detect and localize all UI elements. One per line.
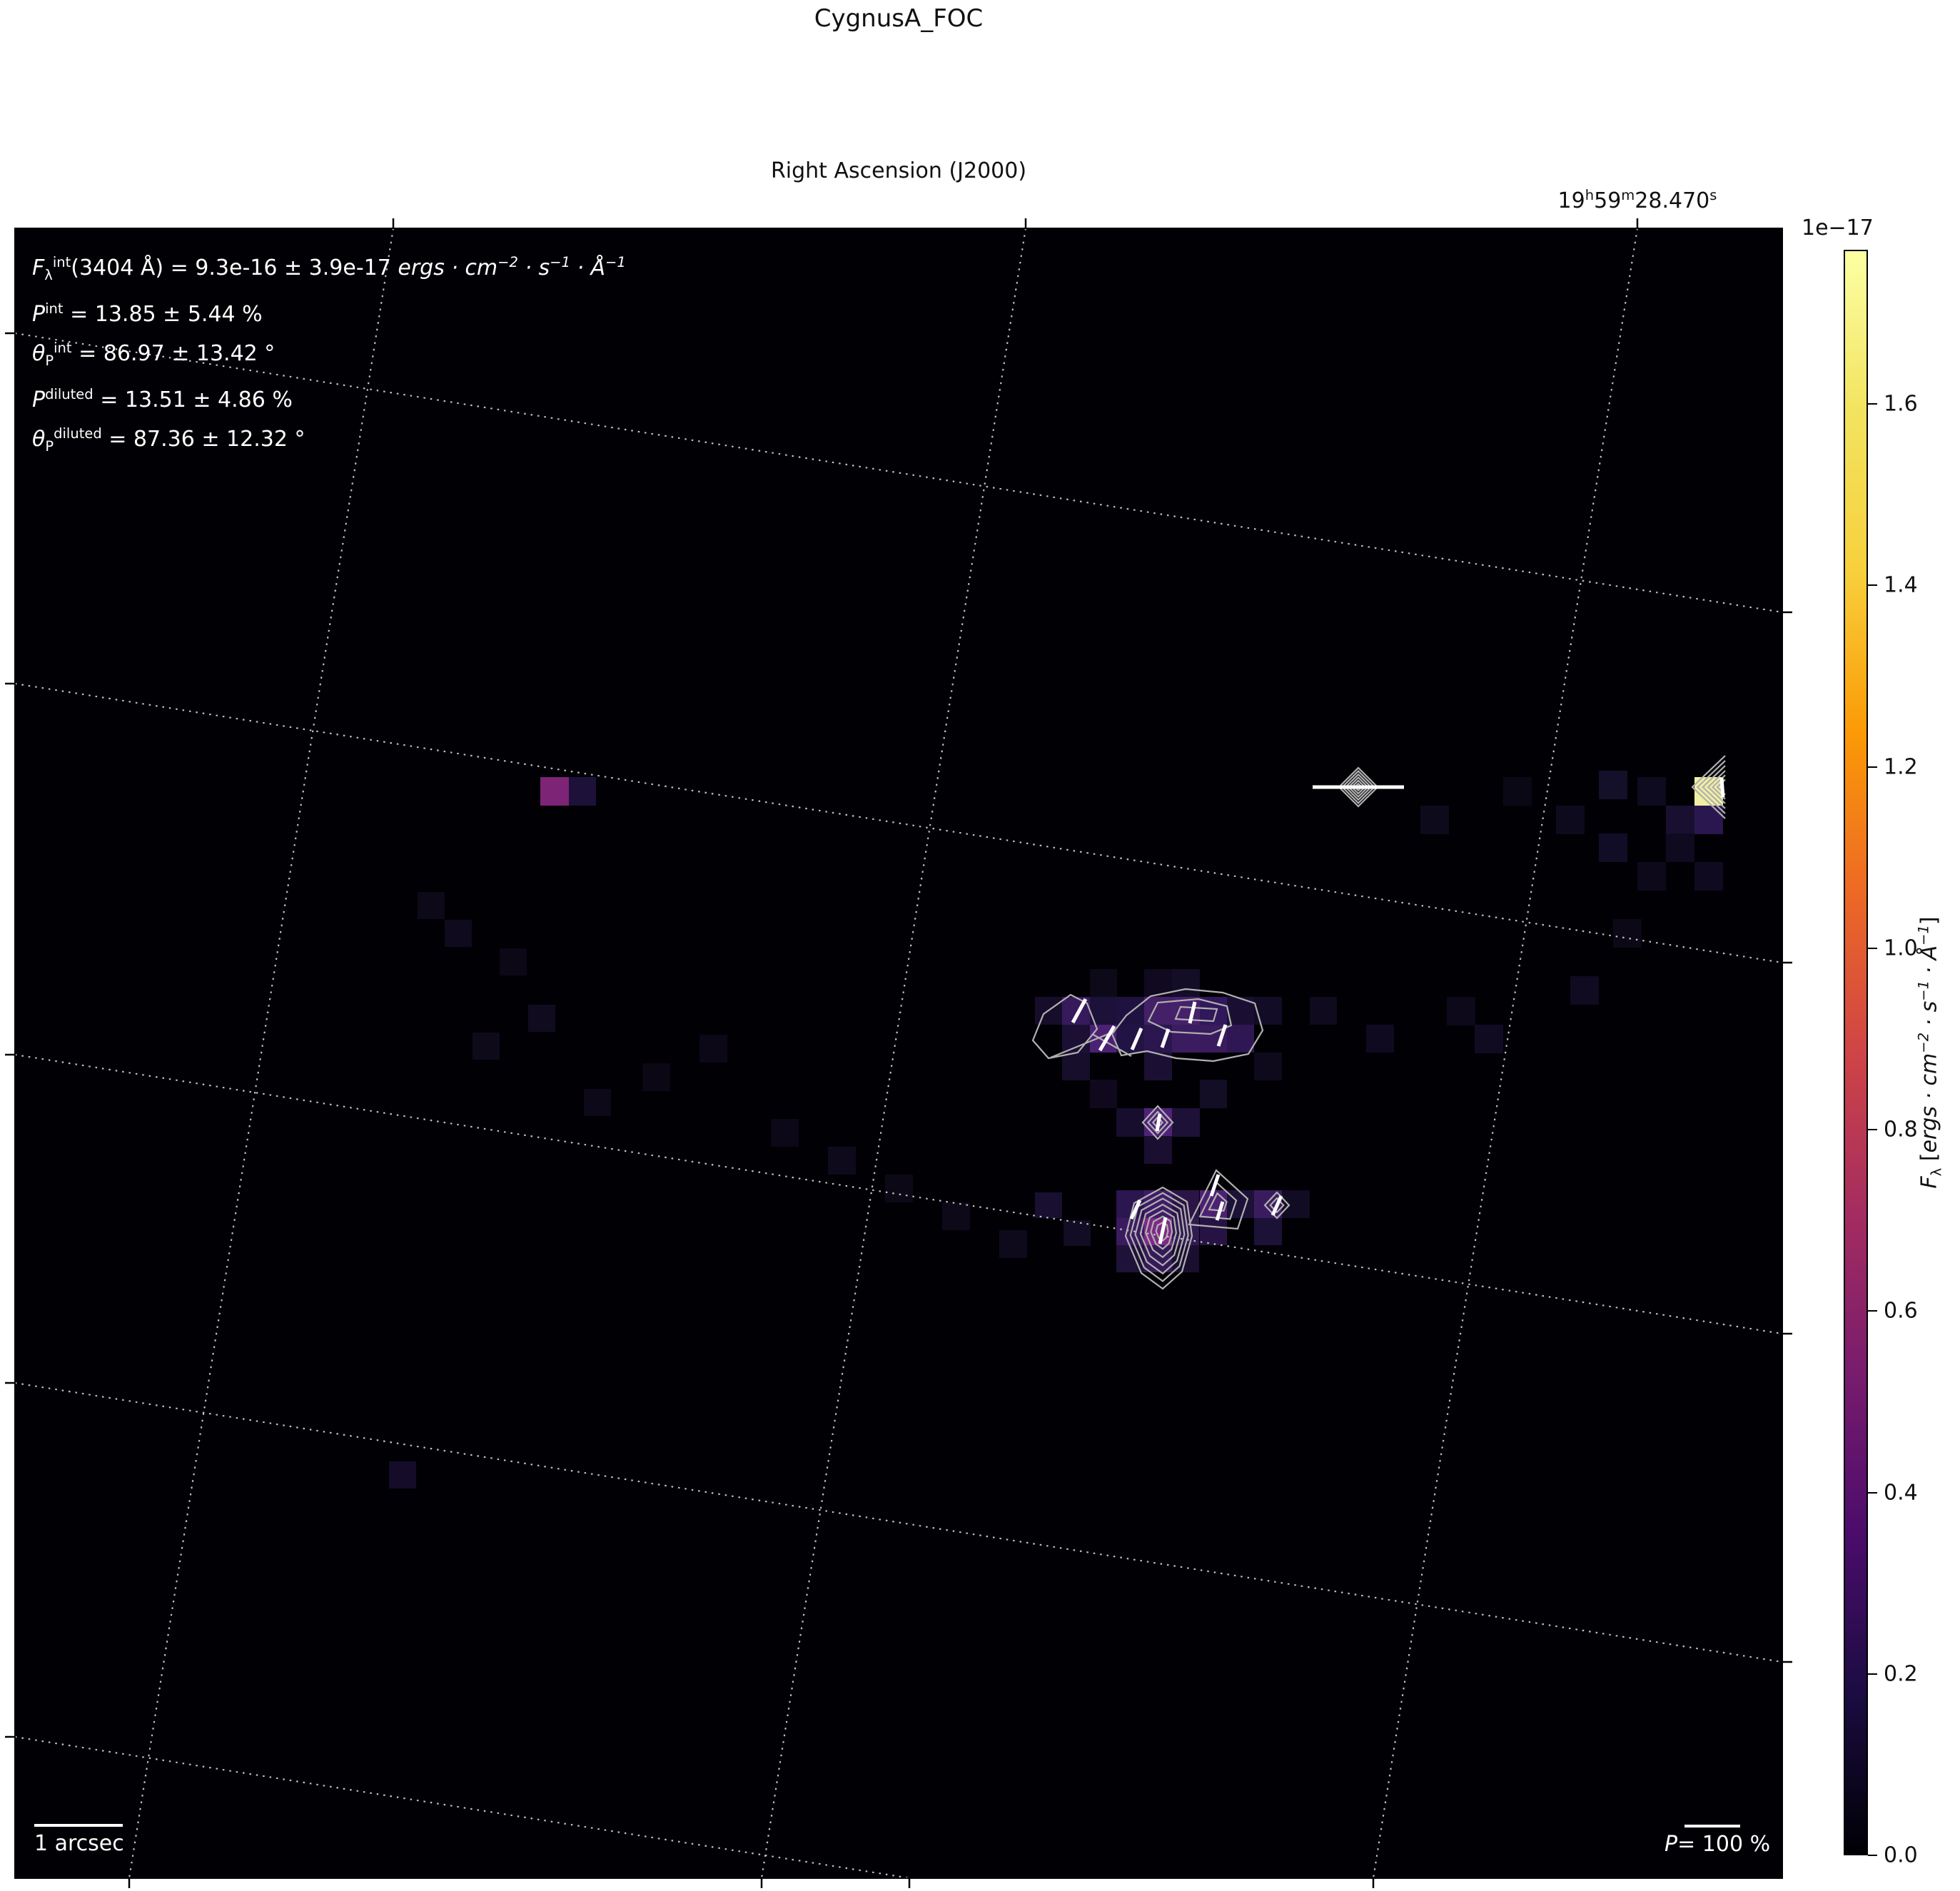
annotation-p-int: Pint = 13.85 ± 5.44 % [32, 300, 263, 327]
heatmap-pixel [1116, 997, 1144, 1025]
heatmap-pixel [1200, 1218, 1227, 1245]
heatmap-pixel [569, 777, 596, 806]
colorbar-tick-mark [1868, 403, 1877, 405]
heatmap-pixel [1035, 1192, 1062, 1218]
heatmap-pixel [584, 1089, 611, 1116]
heatmap-pixel [1227, 1025, 1254, 1053]
colorbar-tick-label: 0.2 [1884, 1661, 1918, 1687]
heatmap-pixel [1599, 833, 1627, 862]
annotation-p-diluted: Pdiluted = 13.51 ± 4.86 % [32, 386, 293, 412]
colorbar-tick-label: 0.0 [1884, 1842, 1918, 1868]
colorbar-tick-label: 1.2 [1884, 754, 1918, 780]
heatmap-pixel [1172, 969, 1200, 997]
heatmap-pixel [1064, 1220, 1091, 1246]
heatmap-pixel [389, 1461, 416, 1489]
heatmap-pixel [1254, 997, 1282, 1025]
heatmap-pixel [1556, 806, 1585, 834]
arcsec-scalebar-label: 1 arcsec [34, 1831, 124, 1856]
colorbar-tick-label: 1.4 [1884, 572, 1918, 598]
heatmap-pixel [418, 892, 445, 919]
heatmap-pixel [445, 920, 472, 947]
heatmap-pixel [540, 777, 569, 806]
heatmap-pixel [1503, 777, 1532, 806]
colorbar-tick-label: 1.0 [1884, 936, 1918, 961]
annotation-flux: Fλint(3404 Å) = 9.3e-16 ± 3.9e-17 ergs ·… [32, 254, 626, 283]
heatmap-pixel [1599, 771, 1627, 799]
heatmap-pixel [885, 1175, 913, 1202]
heatmap-pixel [1090, 969, 1117, 997]
heatmap-pixel [1420, 806, 1449, 834]
colorbar-tick-label: 0.8 [1884, 1117, 1918, 1142]
heatmap-pixel [1694, 806, 1723, 834]
heatmap-pixel [1694, 862, 1723, 891]
colorbar-tick-mark [1868, 584, 1877, 587]
heatmap-pixel [1282, 1190, 1310, 1218]
heatmap-pixel [1637, 777, 1666, 806]
colorbar-tick-mark [1868, 766, 1877, 768]
polarization-vector [1719, 777, 1725, 798]
colorbar-tick-mark [1868, 1310, 1877, 1312]
heatmap-pixel [528, 1005, 555, 1032]
heatmap-pixel [942, 1202, 970, 1230]
heatmap-pixel [1366, 1025, 1394, 1053]
heatmap-pixel [1613, 919, 1642, 948]
heatmap-pixel [1666, 833, 1694, 862]
heatmap-pixel [473, 1033, 500, 1060]
colorbar-tick-label: 0.6 [1884, 1298, 1918, 1324]
colorbar-offset-label: 1e−17 [1802, 216, 1874, 240]
annotation-block: Fλint(3404 Å) = 9.3e-16 ± 3.9e-17 ergs ·… [32, 245, 626, 463]
heatmap-pixel [1637, 862, 1666, 891]
sky-map-background [15, 228, 1782, 1878]
heatmap-pixel [1447, 997, 1475, 1025]
heatmap-pixel [771, 1119, 799, 1147]
heatmap-pixel [1116, 1218, 1144, 1245]
colorbar-tick-mark [1868, 1855, 1877, 1856]
heatmap-pixel [1144, 1136, 1172, 1164]
heatmap-pixel [1172, 1108, 1200, 1137]
heatmap-pixel [1172, 1025, 1200, 1053]
heatmap-pixel [1310, 997, 1337, 1025]
polarization-scalebar-line [1684, 1825, 1740, 1827]
colorbar-axis-label: Fλ [ergs · cm−2 · s−1 · Å−1] [1915, 916, 1945, 1189]
heatmap-pixel [1254, 1053, 1282, 1080]
heatmap-pixel [1062, 1025, 1090, 1053]
colorbar-tick-mark [1868, 1129, 1877, 1131]
heatmap-pixel [999, 1230, 1027, 1258]
heatmap-pixel [1200, 1080, 1227, 1108]
heatmap-pixel [699, 1035, 727, 1063]
arcsec-scalebar-line [34, 1824, 123, 1827]
colorbar-tick-mark [1868, 1673, 1877, 1675]
heatmap-pixel [1090, 1080, 1117, 1108]
heatmap-pixel [1116, 1108, 1144, 1137]
annotation-theta-int: θPint = 86.97 ± 13.42 ° [32, 340, 276, 369]
heatmap-pixel [1254, 1218, 1282, 1245]
colorbar-tick-label: 1.6 [1884, 391, 1918, 417]
heatmap-pixel [500, 948, 527, 975]
heatmap-pixel [828, 1147, 856, 1175]
heatmap-pixel [642, 1063, 670, 1091]
heatmap-pixel [1570, 976, 1599, 1005]
colorbar-tick-mark [1868, 947, 1877, 949]
colorbar-tick-label: 0.4 [1884, 1480, 1918, 1506]
colorbar [1844, 250, 1868, 1855]
heatmap-pixel [1475, 1025, 1503, 1053]
colorbar-tick-mark [1868, 1491, 1877, 1494]
polarization-scalebar-label: P= 100 % [1665, 1832, 1771, 1857]
figure-canvas: CygnusA_FOC Right Ascension (J2000) 19h5… [0, 0, 1960, 1891]
annotation-theta-diluted: θPdiluted = 87.36 ± 12.32 ° [32, 425, 305, 455]
heatmap-pixel [1062, 1053, 1090, 1080]
heatmap-pixel [1666, 806, 1694, 834]
